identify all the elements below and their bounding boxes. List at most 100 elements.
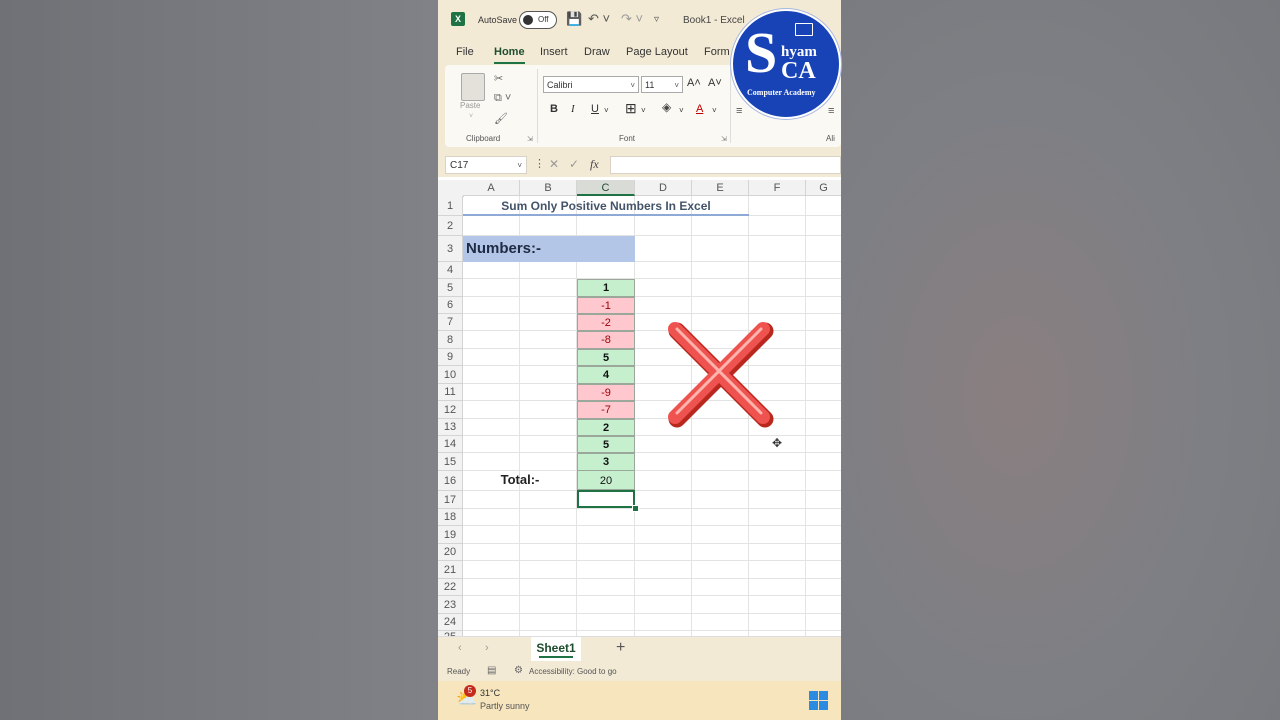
chevron-down-icon[interactable]: ˅ (604, 106, 609, 115)
paste-dropdown-icon[interactable]: ˅ (469, 113, 473, 120)
number-cell[interactable]: 5 (577, 436, 635, 453)
sheet-tab-sheet1[interactable]: Sheet1 (531, 637, 581, 661)
row-header[interactable]: 9 (438, 349, 463, 366)
column-header-e[interactable]: E (692, 180, 749, 196)
row-header[interactable]: 1 (438, 196, 463, 216)
worksheet-grid[interactable]: A B C D E F G 1 2 3 4 5 6 7 8 9 10 11 12 13 14 15 16 17 1… (438, 177, 841, 644)
row-header[interactable]: 22 (438, 579, 463, 596)
column-header-g[interactable]: G (806, 180, 841, 196)
chevron-down-icon[interactable]: ˅ (679, 106, 684, 115)
row-header[interactable]: 2 (438, 216, 463, 236)
font-name-select[interactable]: Calibri ˅ (543, 76, 639, 93)
undo-icon[interactable]: ↶ ˅ (588, 11, 610, 27)
row-header[interactable]: 23 (438, 596, 463, 614)
numbers-header[interactable]: Numbers:- (463, 236, 635, 262)
number-cell[interactable]: -8 (577, 331, 635, 349)
chevron-down-icon[interactable]: ˅ (712, 106, 717, 115)
italic-button[interactable]: I (571, 103, 575, 115)
name-box[interactable]: C17 ˅ (445, 156, 527, 174)
number-cell[interactable]: -9 (577, 384, 635, 401)
add-sheet-button[interactable]: + (616, 639, 625, 657)
font-launcher-icon[interactable]: ⇲ (721, 135, 727, 143)
sheet-title[interactable]: Sum Only Positive Numbers In Excel (463, 196, 749, 216)
row-header[interactable]: 4 (438, 262, 463, 279)
row-header[interactable]: 12 (438, 401, 463, 419)
active-cell[interactable] (577, 490, 635, 508)
accessibility-status[interactable]: Accessibility: Good to go (529, 667, 617, 676)
row-header[interactable]: 5 (438, 279, 463, 297)
row-header[interactable]: 18 (438, 509, 463, 526)
shrink-font-button[interactable]: A˅ (708, 77, 722, 89)
column-header-c[interactable]: C (577, 180, 635, 196)
chevron-down-icon[interactable]: ˅ (641, 106, 646, 115)
accessibility-icon[interactable]: ⚙ (514, 665, 523, 676)
tab-page-layout[interactable]: Page Layout (626, 46, 688, 58)
cut-icon[interactable]: ✂ (494, 72, 503, 85)
font-color-button[interactable]: A (696, 103, 703, 115)
total-label[interactable]: Total:- (463, 470, 577, 490)
font-size-select[interactable]: 11 ˅ (641, 76, 683, 93)
toggle-knob (523, 15, 533, 25)
paste-icon[interactable] (461, 73, 485, 101)
copy-icon[interactable]: ⧉ ˅ (494, 92, 511, 105)
number-cell[interactable]: -1 (577, 297, 635, 314)
autosave-toggle[interactable]: Off (519, 11, 557, 29)
borders-icon[interactable]: ⊞ (625, 100, 637, 117)
number-cell[interactable]: 5 (577, 349, 635, 366)
format-painter-icon[interactable]: 🖌 (494, 112, 508, 125)
customize-quick-access-icon[interactable]: ▿ (654, 14, 659, 25)
number-cell[interactable]: -2 (577, 314, 635, 331)
row-header[interactable]: 15 (438, 453, 463, 471)
tab-insert[interactable]: Insert (540, 46, 568, 58)
number-cell[interactable]: 3 (577, 453, 635, 471)
number-cell[interactable]: -7 (577, 401, 635, 419)
row-header[interactable]: 11 (438, 384, 463, 401)
row-header[interactable]: 7 (438, 314, 463, 331)
row-header[interactable]: 17 (438, 491, 463, 509)
bold-button[interactable]: B (550, 103, 558, 115)
tab-home[interactable]: Home (494, 46, 525, 64)
row-header[interactable]: 6 (438, 297, 463, 314)
row-header[interactable]: 3 (438, 236, 463, 262)
row-header[interactable]: 14 (438, 436, 463, 453)
insert-function-button[interactable]: fx (590, 157, 599, 172)
more-options-icon[interactable]: ⋮ (534, 157, 545, 170)
column-gridline (805, 196, 806, 636)
select-all-corner[interactable] (438, 180, 464, 197)
row-header[interactable]: 16 (438, 471, 463, 491)
column-header-a[interactable]: A (463, 180, 520, 196)
align-right-icon[interactable]: ≡ (828, 105, 834, 117)
total-value[interactable]: 20 (577, 470, 635, 490)
cancel-icon[interactable]: ✕ (549, 157, 559, 171)
fill-color-icon[interactable]: ◈ (662, 100, 671, 114)
row-header[interactable]: 8 (438, 331, 463, 349)
number-cell[interactable]: 4 (577, 366, 635, 384)
row-header[interactable]: 13 (438, 419, 463, 436)
row-header[interactable]: 20 (438, 544, 463, 561)
clipboard-launcher-icon[interactable]: ⇲ (527, 135, 533, 143)
align-left-icon[interactable]: ≡ (736, 105, 742, 117)
next-sheet-icon[interactable]: › (485, 642, 489, 654)
row-header[interactable]: 21 (438, 561, 463, 579)
fill-handle[interactable] (632, 505, 639, 512)
tab-draw[interactable]: Draw (584, 46, 610, 58)
windows-start-icon[interactable] (809, 691, 828, 710)
redo-icon[interactable]: ↷ ˅ (621, 11, 643, 27)
workbook-statistics-icon[interactable]: ▤ (487, 665, 496, 676)
row-header[interactable]: 19 (438, 526, 463, 544)
column-header-b[interactable]: B (520, 180, 577, 196)
formula-input[interactable] (610, 156, 841, 174)
column-header-d[interactable]: D (635, 180, 692, 196)
tab-formulas[interactable]: Form (704, 46, 730, 58)
row-header[interactable]: 24 (438, 614, 463, 631)
row-header[interactable]: 10 (438, 366, 463, 384)
previous-sheet-icon[interactable]: ‹ (458, 642, 462, 654)
number-cell[interactable]: 2 (577, 419, 635, 436)
grow-font-button[interactable]: A˄ (687, 77, 701, 89)
underline-button[interactable]: U (591, 103, 599, 115)
number-cell[interactable]: 1 (577, 279, 635, 297)
column-header-f[interactable]: F (749, 180, 806, 196)
save-icon[interactable]: 💾 (566, 11, 582, 27)
enter-icon[interactable]: ✓ (569, 157, 579, 171)
tab-file[interactable]: File (456, 46, 474, 58)
